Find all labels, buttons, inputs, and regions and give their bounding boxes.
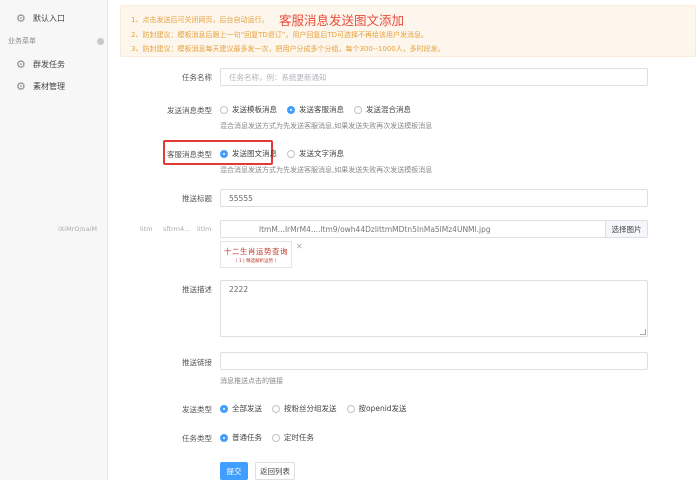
radio-mixed-msg[interactable]: 发送混合消息 [354, 104, 411, 115]
kf-msg-type-hint: 混合消息发送方式为先发送客服消息,如果发送失败再次发送模板消息 [220, 166, 433, 174]
radio-label: 定时任务 [284, 433, 314, 442]
radio-send-all[interactable]: 全部发送 [220, 403, 262, 414]
choose-image-button[interactable]: 选择图片 [605, 221, 647, 237]
push-link-hint: 消息推送点击的链接 [220, 377, 283, 385]
collapse-icon[interactable] [97, 37, 104, 45]
send-type-label: 发送类型 [182, 405, 212, 414]
gear-icon: ⚙ [16, 79, 26, 93]
notice-box: 1、点击发送后可关闭网页，后台自动运行。 2、防封建议：模板消息后跟上一句“回复… [120, 5, 696, 57]
radio-checked-icon [220, 149, 228, 158]
task-name-input[interactable]: 任务名称，例：系统更新通知 [220, 68, 648, 86]
push-desc-label: 推送描述 [182, 285, 212, 294]
sidebar: ⚙ 默认入口 业务菜单 ⚙ 群发任务 ⚙ 素材管理 [0, 0, 108, 480]
radio-icon [287, 149, 295, 158]
radio-news-msg[interactable]: 发送图文消息 [220, 148, 277, 159]
radio-label: 发送混合消息 [366, 105, 411, 114]
task-type-label: 任务类型 [182, 434, 212, 443]
radio-template-msg[interactable]: 发送模板消息 [220, 104, 277, 115]
thumb-title: 十二生肖运势查询 [224, 246, 288, 256]
close-icon[interactable]: ✕ [296, 242, 303, 251]
radio-label: 发送客服消息 [299, 105, 344, 114]
radio-checked-icon [220, 433, 228, 442]
push-image-input[interactable]: ltmM...lrMrM4....ltm9/owh44DzlittmMDtn5I… [220, 220, 648, 238]
send-msg-type-group: 发送模板消息 发送客服消息 发送混合消息 [220, 104, 411, 115]
task-name-label: 任务名称 [182, 73, 212, 82]
submit-button[interactable]: 提交 [220, 462, 248, 480]
push-title-label: 推送标题 [182, 194, 212, 203]
radio-icon [346, 404, 355, 413]
radio-label: 发送模板消息 [232, 105, 277, 114]
radio-icon [354, 105, 362, 114]
radio-send-openid[interactable]: 按openid发送 [346, 403, 407, 414]
image-thumbnail: 十二生肖运势查询 （ 1 | 精选解析运势 ） [220, 241, 292, 268]
radio-icon [272, 404, 280, 413]
send-msg-type-label: 发送消息类型 [167, 106, 212, 115]
sidebar-item-default-entry[interactable]: ⚙ 默认入口 [16, 8, 65, 28]
radio-label: 按粉丝分组发送 [284, 404, 337, 413]
overlay-text: litm [140, 225, 153, 233]
push-desc-textarea[interactable]: 2222 [220, 280, 648, 337]
notice-line-3: 3、防封建议：模板消息每天建议最多发一次，把用户分成多个分组，每个300--10… [131, 45, 445, 53]
radio-send-group[interactable]: 按粉丝分组发送 [272, 403, 337, 414]
gear-icon: ⚙ [16, 11, 26, 25]
radio-normal-task[interactable]: 普通任务 [220, 432, 262, 443]
radio-checked-icon [287, 105, 295, 114]
back-to-list-button[interactable]: 返回列表 [255, 462, 295, 480]
radio-label: 发送图文消息 [232, 149, 277, 158]
send-msg-type-hint: 混合消息发送方式为先发送客服消息,如果发送失败再次发送模板消息 [220, 122, 433, 130]
resize-handle-icon[interactable] [640, 329, 646, 335]
sidebar-section-business[interactable]: 业务菜单 [8, 36, 106, 46]
send-type-group: 全部发送 按粉丝分组发送 按openid发送 [220, 403, 407, 414]
radio-label: 普通任务 [232, 433, 262, 442]
overlay-text: sftrm4... [163, 225, 191, 233]
push-desc-value: 2222 [229, 285, 249, 294]
thumb-subtitle: （ 1 | 精选解析运势 ） [232, 258, 280, 264]
sidebar-item-label: 群发任务 [33, 59, 65, 69]
gear-icon: ⚙ [16, 57, 26, 71]
radio-timed-task[interactable]: 定时任务 [272, 432, 314, 443]
notice-line-2: 2、防封建议：模板消息后跟上一句“回复TD退订”，用户回复后TD可选择不再给该用… [131, 31, 429, 39]
overlay-text: iXiMrO/oaiM [58, 225, 98, 233]
sidebar-item-label: 素材管理 [33, 81, 65, 91]
sidebar-item-label: 默认入口 [33, 13, 65, 23]
overlay-text: litlm [197, 225, 212, 233]
sidebar-item-mass-task[interactable]: ⚙ 群发任务 [16, 54, 65, 74]
radio-label: 全部发送 [232, 404, 262, 413]
radio-checked-icon [220, 404, 228, 413]
radio-text-msg[interactable]: 发送文字消息 [287, 148, 344, 159]
notice-line-1: 1、点击发送后可关闭网页，后台自动运行。 [131, 16, 269, 24]
page-title: 客服消息发送图文添加 [279, 13, 405, 28]
push-image-path: ltmM...lrMrM4....ltm9/owh44DzlittmMDtn5I… [259, 224, 491, 234]
sidebar-item-material[interactable]: ⚙ 素材管理 [16, 76, 65, 96]
radio-label: 发送文字消息 [299, 149, 344, 158]
radio-icon [272, 433, 280, 442]
sidebar-section-label: 业务菜单 [8, 37, 36, 45]
radio-kf-msg[interactable]: 发送客服消息 [287, 104, 344, 115]
radio-label: 按openid发送 [358, 404, 407, 413]
push-link-input[interactable] [220, 352, 648, 370]
radio-icon [220, 105, 228, 114]
task-type-group: 普通任务 定时任务 [220, 432, 314, 443]
push-link-label: 推送链接 [182, 358, 212, 367]
push-title-input[interactable]: 55555 [220, 189, 648, 207]
kf-msg-type-group: 发送图文消息 发送文字消息 [220, 148, 344, 159]
